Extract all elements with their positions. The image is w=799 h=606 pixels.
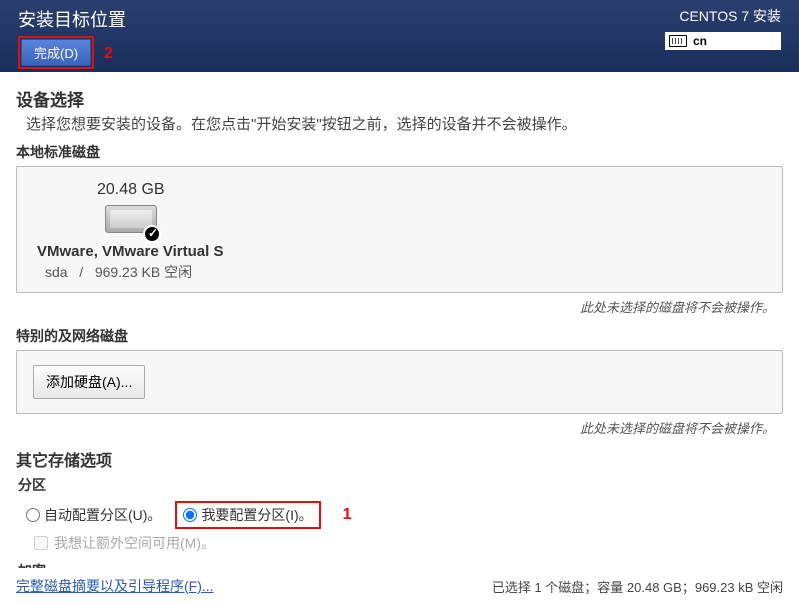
manual-partition-radio[interactable] [183, 508, 197, 522]
disk-dev: sda [45, 264, 68, 280]
main-content: 设备选择 选择您想要安装的设备。在您点击"开始安装"按钮之前，选择的设备并不会被… [0, 72, 799, 595]
auto-partition-radio[interactable] [26, 508, 40, 522]
annotation-box-1: 我要配置分区(I)。 [175, 501, 320, 529]
footer-bar: 完整磁盘摘要以及引导程序(F)... 已选择 1 个磁盘；容量 20.48 GB… [0, 568, 799, 606]
partition-title: 分区 [18, 475, 783, 495]
page-title: 安装目标位置 [18, 6, 126, 32]
annotation-box-2: 完成(D) [18, 36, 94, 69]
extra-space-checkbox [34, 536, 48, 550]
extra-space-option: 我想让额外空间可用(M)。 [34, 533, 783, 553]
header-right: CENTOS 7 安装 cn [665, 6, 781, 50]
footer-status: 已选择 1 个磁盘；容量 20.48 GB；969.23 kB 空闲 [492, 577, 783, 596]
extra-space-label: 我想让额外空间可用(M)。 [54, 533, 215, 553]
annotation-number-2: 2 [104, 45, 113, 62]
partition-radio-row: 自动配置分区(U)。 我要配置分区(I)。 1 [26, 501, 783, 529]
check-icon [143, 225, 161, 243]
other-storage-options: 其它存储选项 分区 自动配置分区(U)。 我要配置分区(I)。 1 我想让额外空… [16, 447, 783, 581]
special-disks-title: 特别的及网络磁盘 [16, 326, 783, 346]
disk-size: 20.48 GB [97, 181, 762, 199]
disk-info: sda / 969.23 KB 空闲 [45, 262, 762, 282]
done-button[interactable]: 完成(D) [21, 39, 91, 66]
manual-partition-label: 我要配置分区(I)。 [201, 505, 312, 525]
disk-summary-link[interactable]: 完整磁盘摘要以及引导程序(F)... [16, 576, 214, 596]
disk-free: 969.23 KB 空闲 [95, 264, 192, 280]
keyboard-lang-code: cn [693, 34, 707, 48]
local-disks-title: 本地标准磁盘 [16, 142, 783, 162]
special-disks-box: 添加硬盘(A)... [16, 350, 783, 414]
installer-title: CENTOS 7 安装 [665, 6, 781, 26]
disk-name: VMware, VMware Virtual S [37, 243, 762, 260]
special-disks-note: 此处未选择的磁盘将不会被操作。 [16, 418, 775, 437]
header-left: 安装目标位置 完成(D) 2 [18, 6, 126, 69]
local-disk-item[interactable]: 20.48 GB VMware, VMware Virtual S sda / … [16, 166, 783, 293]
keyboard-layout-indicator[interactable]: cn [665, 32, 781, 50]
keyboard-icon [669, 35, 687, 47]
header-bar: 安装目标位置 完成(D) 2 CENTOS 7 安装 cn [0, 0, 799, 72]
disk-icon [105, 205, 157, 239]
auto-partition-label: 自动配置分区(U)。 [44, 505, 161, 525]
other-options-title: 其它存储选项 [16, 447, 783, 471]
local-disks-note: 此处未选择的磁盘将不会被操作。 [16, 297, 775, 316]
device-selection-help: 选择您想要安装的设备。在您点击"开始安装"按钮之前，选择的设备并不会被操作。 [26, 113, 783, 134]
device-selection-title: 设备选择 [16, 86, 783, 111]
add-disk-button[interactable]: 添加硬盘(A)... [33, 365, 145, 399]
auto-partition-option[interactable]: 自动配置分区(U)。 [26, 505, 161, 525]
annotation-number-1: 1 [343, 506, 352, 524]
